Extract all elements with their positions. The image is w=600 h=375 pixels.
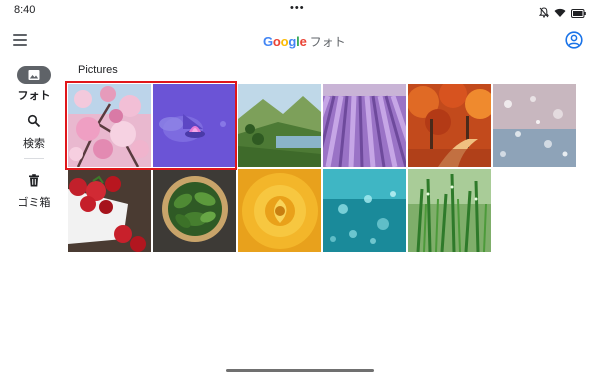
nav-divider [24,158,44,159]
search-icon [27,114,41,132]
photo-cherry-blossoms[interactable] [68,84,151,167]
account-circle-icon[interactable] [565,31,583,49]
notifications-off-icon [538,5,550,23]
brand-letter: o [272,34,281,49]
photo-basil[interactable] [153,169,236,252]
nav-item-search[interactable]: 検索 [0,114,68,151]
photo-grid [68,84,576,252]
photo-strawberries[interactable] [68,169,151,252]
brand-letter: e [299,34,307,49]
nav-label-trash: ゴミ箱 [17,197,51,209]
status-icons [538,5,586,23]
wifi-icon [554,5,566,23]
trash-icon [28,174,40,191]
photo-icon [17,66,51,84]
gesture-navigation-bar[interactable] [226,369,374,372]
photo-mountain-lake[interactable] [238,84,321,167]
status-time: 8:40 [14,4,36,16]
photo-bokeh-sparkle[interactable] [493,84,576,167]
section-title: Pictures [78,64,118,76]
status-dots: ••• [290,2,305,14]
photo-lotus[interactable] [153,84,236,167]
photo-green-grass[interactable] [408,169,491,252]
nav-item-trash[interactable]: ゴミ箱 [0,174,68,210]
photo-autumn-forest[interactable] [408,84,491,167]
nav-label-search: 検索 [23,138,45,150]
google-logo: Google [263,34,307,49]
app-title: Google フォト [263,33,346,50]
battery-icon [571,5,586,23]
photo-yellow-rose[interactable] [238,169,321,252]
brand-letter: G [263,34,273,49]
product-name: フォト [309,35,346,49]
nav-item-photos[interactable]: フォト [0,66,68,103]
menu-icon[interactable] [13,34,27,46]
top-app-bar: Google フォト [0,22,600,60]
photo-underwater-bubbles[interactable] [323,169,406,252]
brand-letter: g [288,34,297,49]
photo-lavender-field[interactable] [323,84,406,167]
status-bar: 8:40 ••• [0,0,600,22]
nav-label-photos: フォト [17,90,51,102]
